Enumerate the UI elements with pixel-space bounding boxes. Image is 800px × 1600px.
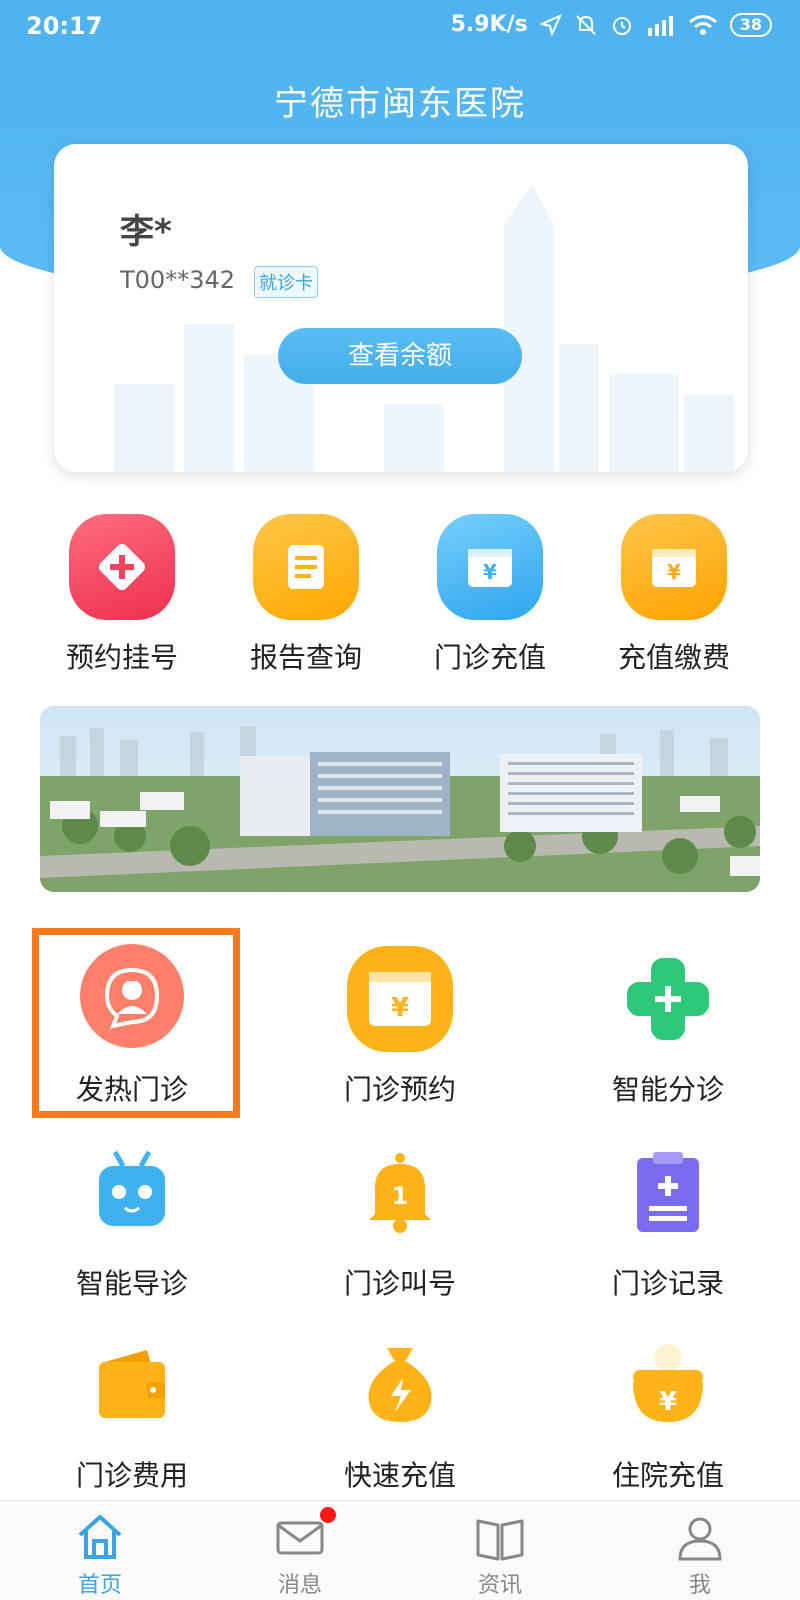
svg-text:1: 1 bbox=[392, 1182, 409, 1210]
robot-icon bbox=[77, 1138, 187, 1248]
signal-icon bbox=[646, 14, 676, 36]
service-label: 快速充值 bbox=[343, 1459, 456, 1492]
tab-label: 资讯 bbox=[477, 1573, 522, 1598]
service-clinic-records[interactable]: 门诊记录 bbox=[568, 1138, 768, 1302]
green-cross-icon bbox=[613, 944, 723, 1054]
card-type-tag: 就诊卡 bbox=[254, 266, 318, 298]
location-arrow-icon bbox=[539, 13, 562, 36]
service-label: 门诊叫号 bbox=[343, 1267, 456, 1300]
service-clinic-fees[interactable]: 门诊费用 bbox=[32, 1330, 232, 1494]
service-label: 智能分诊 bbox=[611, 1073, 724, 1106]
svg-text:¥: ¥ bbox=[391, 993, 409, 1023]
net-speed: 5.9K/s bbox=[450, 12, 528, 37]
quick-item-label: 预约挂号 bbox=[65, 641, 178, 674]
quick-item-report[interactable]: 报告查询 bbox=[214, 514, 398, 676]
wallet-icon bbox=[77, 1330, 187, 1440]
app-title: 宁德市闽东医院 bbox=[274, 84, 526, 124]
clipboard-icon bbox=[613, 1138, 723, 1248]
service-smart-guide[interactable]: 智能导诊 bbox=[32, 1138, 232, 1302]
document-icon bbox=[253, 514, 359, 620]
bottom-tab-bar: 首页 消息 资讯 我 bbox=[0, 1500, 800, 1600]
service-label: 门诊记录 bbox=[611, 1267, 724, 1300]
quick-item-appointment[interactable]: 预约挂号 bbox=[30, 514, 214, 676]
mail-icon bbox=[240, 1507, 360, 1565]
battery-indicator: 38 bbox=[729, 12, 772, 37]
tab-me[interactable]: 我 bbox=[640, 1509, 760, 1599]
svg-text:¥: ¥ bbox=[667, 560, 681, 584]
skyline-watermark bbox=[114, 184, 734, 472]
quick-item-recharge-pay[interactable]: ¥ 充值缴费 bbox=[582, 514, 766, 676]
card-number: T00**342 bbox=[120, 266, 236, 294]
yen-coin-icon: ¥ bbox=[613, 1330, 723, 1440]
service-fever-clinic[interactable]: 发热门诊 bbox=[32, 944, 232, 1108]
status-time: 20:17 bbox=[26, 12, 103, 40]
quick-actions: 预约挂号 报告查询 ¥ 门诊充值 ¥ 充值缴费 bbox=[0, 514, 800, 674]
tab-home[interactable]: 首页 bbox=[40, 1509, 160, 1599]
hospital-banner[interactable] bbox=[40, 706, 760, 892]
service-queue-call[interactable]: 1 门诊叫号 bbox=[300, 1138, 500, 1302]
quick-item-label: 报告查询 bbox=[249, 641, 362, 674]
view-balance-button[interactable]: 查看余额 bbox=[278, 328, 522, 384]
tab-messages[interactable]: 消息 bbox=[240, 1507, 360, 1599]
service-label: 发热门诊 bbox=[75, 1073, 188, 1106]
quick-item-label: 门诊充值 bbox=[433, 641, 546, 674]
nurse-chat-icon bbox=[77, 944, 187, 1054]
mute-bell-icon bbox=[574, 13, 598, 37]
service-label: 智能导诊 bbox=[75, 1267, 188, 1300]
status-bar: 20:17 5.9K/s 38 bbox=[0, 0, 800, 56]
status-indicators: 5.9K/s 38 bbox=[451, 12, 772, 37]
home-screen: 20:17 5.9K/s 38 宁德市闽东医院 李* T00**342 就诊卡 … bbox=[0, 0, 800, 1600]
service-label: 门诊费用 bbox=[75, 1459, 188, 1492]
wifi-icon bbox=[688, 14, 718, 36]
plus-diamond-icon bbox=[69, 514, 175, 620]
service-quick-topup[interactable]: 快速充值 bbox=[300, 1330, 500, 1494]
yen-wallet-icon: ¥ bbox=[437, 514, 543, 620]
svg-text:¥: ¥ bbox=[659, 1387, 677, 1417]
service-label: 住院充值 bbox=[611, 1459, 724, 1492]
tab-label: 我 bbox=[688, 1573, 711, 1598]
service-smart-triage[interactable]: 智能分诊 bbox=[568, 944, 768, 1108]
patient-name: 李* bbox=[120, 212, 172, 252]
hospital-banner-image bbox=[40, 706, 760, 892]
tab-news[interactable]: 资讯 bbox=[440, 1509, 560, 1599]
quick-item-label: 充值缴费 bbox=[617, 641, 730, 674]
unread-badge bbox=[320, 1507, 336, 1523]
tab-label: 消息 bbox=[277, 1573, 322, 1598]
svg-text:¥: ¥ bbox=[483, 560, 497, 584]
tab-label: 首页 bbox=[77, 1573, 122, 1598]
patient-card: 李* T00**342 就诊卡 查看余额 bbox=[54, 144, 748, 472]
user-icon bbox=[640, 1509, 760, 1565]
yen-wallet-icon: ¥ bbox=[345, 944, 455, 1054]
quick-item-clinic-topup[interactable]: ¥ 门诊充值 bbox=[398, 514, 582, 676]
yen-wallet-icon: ¥ bbox=[621, 514, 727, 620]
bell-icon: 1 bbox=[345, 1138, 455, 1248]
service-label: 门诊预约 bbox=[343, 1073, 456, 1106]
service-clinic-appointment[interactable]: ¥ 门诊预约 bbox=[300, 944, 500, 1108]
money-bag-icon bbox=[345, 1330, 455, 1440]
book-icon bbox=[440, 1509, 560, 1565]
alarm-icon bbox=[610, 13, 634, 37]
service-inpatient-topup[interactable]: ¥ 住院充值 bbox=[568, 1330, 768, 1494]
home-icon bbox=[40, 1509, 160, 1565]
